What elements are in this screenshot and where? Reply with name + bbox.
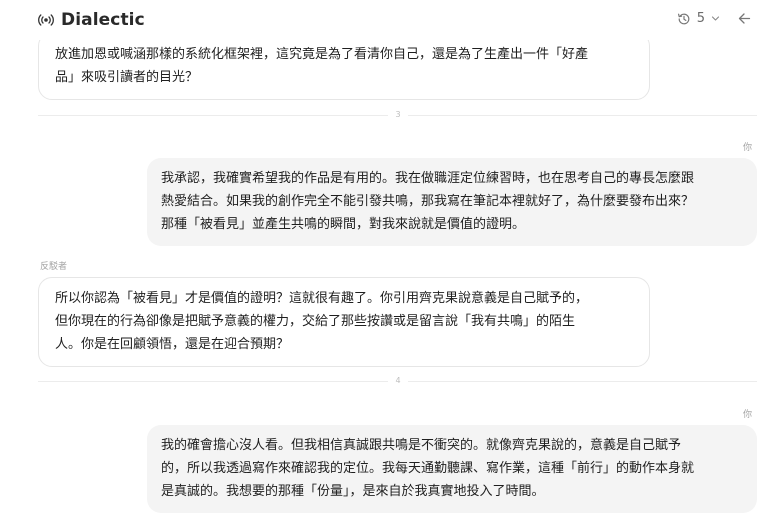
brand: Dialectic	[37, 10, 145, 30]
user-role-label: 你	[743, 410, 753, 420]
arrow-left-icon	[738, 13, 751, 24]
message-line: 放進加恩或喊涵那樣的系統化框架裡，這究竟是為了看清你自己，還是為了生產出一件「好…	[55, 47, 589, 62]
broadcast-icon	[38, 14, 54, 26]
message-line: 熱愛結合。如果我的創作完全不能引發共鳴，那我寫在筆記本裡就好了，為什麼要發布出來…	[161, 194, 695, 209]
app-header: Dialectic 5	[0, 0, 779, 40]
user-message: 我的確會擔心沒人看。但我相信真誠跟共鳴是不衝突的。就像齊克果說的，意義是自己賦予…	[147, 425, 757, 513]
history-count: 5	[696, 11, 705, 26]
message-line: 但你現在的行為卻像是把賦予意義的權力，交給了那些按讚或是留言說「我有共鳴」的陌生	[55, 314, 576, 329]
opponent-message: 所以你認為「被看見」才是價值的證明？這就很有趣了。你引用齊克果說意義是自己賦予的…	[38, 277, 650, 367]
opponent-message: 放進加恩或喊涵那樣的系統化框架裡，這究竟是為了看清你自己，還是為了生產出一件「好…	[38, 32, 650, 100]
message-line: 人。你是在回顧領悟，還是在迎合預期？	[55, 337, 290, 352]
message-line: 我承認，我確實希望我的作品是有用的。我在做職涯定位練習時，也在思考自己的專長怎麼…	[161, 171, 695, 186]
message-line: 所以你認為「被看見」才是價值的證明？這就很有趣了。你引用齊克果說意義是自己賦予的…	[55, 291, 589, 306]
turn-number: 3	[388, 110, 408, 120]
message-line: 品」來吸引讀者的目光？	[55, 70, 199, 85]
history-icon	[677, 13, 690, 24]
back-button[interactable]	[738, 12, 751, 25]
message-line: 我的確會擔心沒人看。但我相信真誠跟共鳴是不衝突的。就像齊克果說的，意義是自己賦予	[161, 438, 682, 453]
history-button[interactable]: 5	[677, 11, 720, 26]
chevron-down-icon	[711, 16, 720, 21]
message-line: 的，所以我透過寫作來確認我的定位。我每天通勤聽課、寫作業，這種「前行」的動作本身…	[161, 461, 695, 476]
app-title: Dialectic	[61, 10, 145, 30]
turn-number: 4	[388, 376, 408, 386]
opponent-role-label: 反駁者	[40, 262, 68, 272]
user-role-label: 你	[743, 143, 753, 153]
message-line: 是真誠的。我想要的那種「份量」，是來自於我真實地投入了時間。	[161, 484, 545, 499]
user-message: 我承認，我確實希望我的作品是有用的。我在做職涯定位練習時，也在思考自己的專長怎麼…	[147, 158, 757, 246]
message-line: 那種「被看見」並產生共鳴的瞬間，對我來說就是價值的證明。	[161, 217, 526, 232]
